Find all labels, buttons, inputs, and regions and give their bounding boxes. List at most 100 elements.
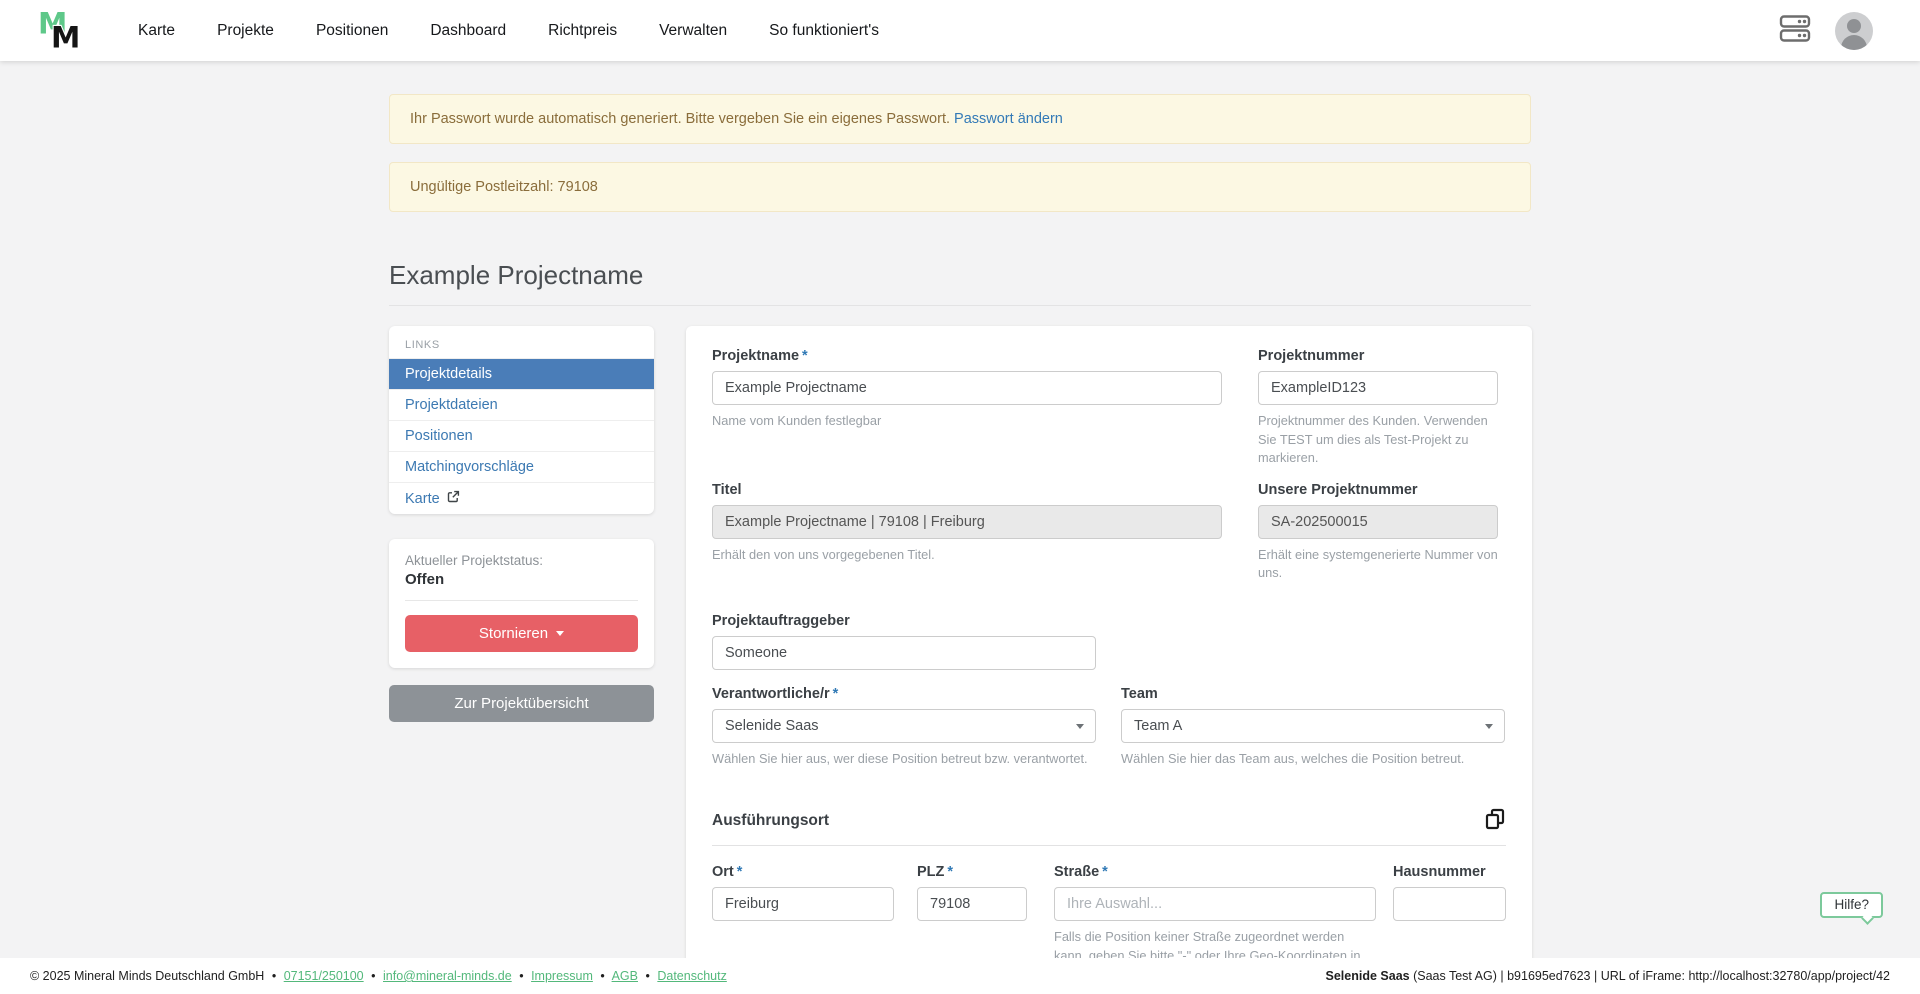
caret-down-icon <box>1076 724 1084 729</box>
plz-label: PLZ* <box>917 864 1027 880</box>
sidebar-item-positionen[interactable]: Positionen <box>389 420 654 451</box>
titel-help: Erhält den von uns vorgegebenen Titel. <box>712 546 1222 565</box>
sidebar-item-karte[interactable]: Karte <box>389 482 654 514</box>
status-value: Offen <box>405 571 638 588</box>
datenschutz-link[interactable]: Datenschutz <box>657 969 726 983</box>
password-alert-text: Ihr Passwort wurde automatisch generiert… <box>410 111 950 127</box>
main-nav: Karte Projekte Positionen Dashboard Rich… <box>138 22 879 40</box>
ort-label: Ort* <box>712 864 894 880</box>
projektname-input[interactable] <box>712 371 1222 405</box>
agb-link[interactable]: AGB <box>612 969 638 983</box>
label-text: PLZ <box>917 864 944 880</box>
projektnummer-input[interactable] <box>1258 371 1498 405</box>
footer-session-info: Selenide Saas (Saas Test AG) | b91695ed7… <box>1326 969 1890 983</box>
required-asterisk: * <box>947 864 953 880</box>
unsere-projektnummer-input <box>1258 505 1498 539</box>
server-icon[interactable] <box>1779 15 1811 47</box>
nav-item-projekte[interactable]: Projekte <box>217 22 274 40</box>
footer-left: © 2025 Mineral Minds Deutschland GmbH • … <box>30 969 727 983</box>
svg-text:M: M <box>51 20 80 54</box>
projektnummer-help: Projektnummer des Kunden. Verwenden Sie … <box>1258 412 1498 468</box>
sidebar-item-label: Matchingvorschläge <box>405 459 534 475</box>
team-select[interactable]: Team A <box>1121 709 1505 743</box>
sidebar-item-label: Positionen <box>405 428 473 444</box>
label-text: Ort <box>712 864 734 880</box>
phone-link[interactable]: 07151/250100 <box>284 969 364 983</box>
label-text: Verantwortliche/r <box>712 686 830 702</box>
separator: • <box>272 969 276 983</box>
label-text: Straße <box>1054 864 1099 880</box>
separator: • <box>371 969 375 983</box>
required-asterisk: * <box>802 348 808 364</box>
plz-alert-text: Ungültige Postleitzahl: 79108 <box>410 179 598 195</box>
avatar-body-icon <box>1841 35 1867 50</box>
selected-value: Selenide Saas <box>725 718 819 734</box>
sidebar-item-label: Projektdateien <box>405 397 498 413</box>
nav-item-karte[interactable]: Karte <box>138 22 175 40</box>
project-form-card: Projektname* Name vom Kunden festlegbar … <box>686 326 1532 994</box>
links-card: LINKS Projektdetails Projektdateien Posi… <box>389 326 654 514</box>
session-details: (Saas Test AG) | b91695ed7623 | URL of i… <box>1410 969 1890 983</box>
verantwortliche-select[interactable]: Selenide Saas <box>712 709 1096 743</box>
stornieren-button[interactable]: Stornieren <box>405 615 638 652</box>
projektuebersicht-button[interactable]: Zur Projektübersicht <box>389 685 654 722</box>
hilfe-button[interactable]: Hilfe? <box>1820 892 1883 918</box>
ausfuehrungsort-title: Ausführungsort <box>712 808 829 830</box>
hilfe-label: Hilfe? <box>1834 897 1869 912</box>
unsere-projektnummer-label: Unsere Projektnummer <box>1258 482 1498 498</box>
required-asterisk: * <box>833 686 839 702</box>
page-title: Example Projectname <box>389 260 1531 291</box>
plz-alert: Ungültige Postleitzahl: 79108 <box>389 162 1531 212</box>
caret-down-icon <box>556 631 564 636</box>
plz-input[interactable] <box>917 887 1027 921</box>
status-divider <box>405 600 638 601</box>
nav-item-dashboard[interactable]: Dashboard <box>430 22 506 40</box>
separator: • <box>519 969 523 983</box>
hausnummer-input[interactable] <box>1393 887 1506 921</box>
impressum-link[interactable]: Impressum <box>531 969 593 983</box>
titel-label: Titel <box>712 482 1222 498</box>
strasse-input[interactable] <box>1054 887 1376 921</box>
mineral-minds-logo-icon[interactable]: M M <box>38 7 90 55</box>
links-header: LINKS <box>389 326 654 358</box>
title-divider <box>389 305 1531 306</box>
nav-item-richtpreis[interactable]: Richtpreis <box>548 22 617 40</box>
nav-item-positionen[interactable]: Positionen <box>316 22 388 40</box>
required-asterisk: * <box>737 864 743 880</box>
projektauftraggeber-input[interactable] <box>712 636 1096 670</box>
ausfuehrungsort-section-header: Ausführungsort <box>712 808 1506 846</box>
strasse-label: Straße* <box>1054 864 1376 880</box>
required-asterisk: * <box>1102 864 1108 880</box>
password-change-link[interactable]: Passwort ändern <box>954 111 1063 127</box>
nav-item-so-funktionierts[interactable]: So funktioniert's <box>769 22 879 40</box>
page-content: Ihr Passwort wurde automatisch generiert… <box>389 0 1531 994</box>
hausnummer-label: Hausnummer <box>1393 864 1506 880</box>
copyright-text: © 2025 Mineral Minds Deutschland GmbH <box>30 969 264 983</box>
copy-icon[interactable] <box>1484 808 1506 835</box>
projektname-label: Projektname* <box>712 348 1222 364</box>
footer: © 2025 Mineral Minds Deutschland GmbH • … <box>0 958 1920 994</box>
titel-input <box>712 505 1222 539</box>
sidebar-item-matchingvorschlaege[interactable]: Matchingvorschläge <box>389 451 654 482</box>
avatar-head-icon <box>1847 19 1861 33</box>
navbar: M M Karte Projekte Positionen Dashboard … <box>0 0 1920 61</box>
user-avatar[interactable] <box>1835 12 1873 50</box>
email-link[interactable]: info@mineral-minds.de <box>383 969 512 983</box>
sidebar: LINKS Projektdetails Projektdateien Posi… <box>389 326 654 722</box>
projektname-help: Name vom Kunden festlegbar <box>712 412 1222 431</box>
sidebar-item-label: Projektdetails <box>405 366 492 382</box>
team-help: Wählen Sie hier das Team aus, welches di… <box>1121 750 1505 769</box>
projektauftraggeber-label: Projektauftraggeber <box>712 613 1096 629</box>
sidebar-item-label: Karte <box>405 491 440 507</box>
team-label: Team <box>1121 686 1505 702</box>
navbar-right <box>1779 12 1873 50</box>
stornieren-label: Stornieren <box>479 625 548 642</box>
sidebar-item-projektdateien[interactable]: Projektdateien <box>389 389 654 420</box>
ort-input[interactable] <box>712 887 894 921</box>
separator: • <box>600 969 604 983</box>
verantwortliche-help: Wählen Sie hier aus, wer diese Position … <box>712 750 1096 769</box>
bubble-tail <box>1861 912 1874 925</box>
sidebar-item-projektdetails[interactable]: Projektdetails <box>389 358 654 389</box>
nav-item-verwalten[interactable]: Verwalten <box>659 22 727 40</box>
password-alert: Ihr Passwort wurde automatisch generiert… <box>389 94 1531 144</box>
